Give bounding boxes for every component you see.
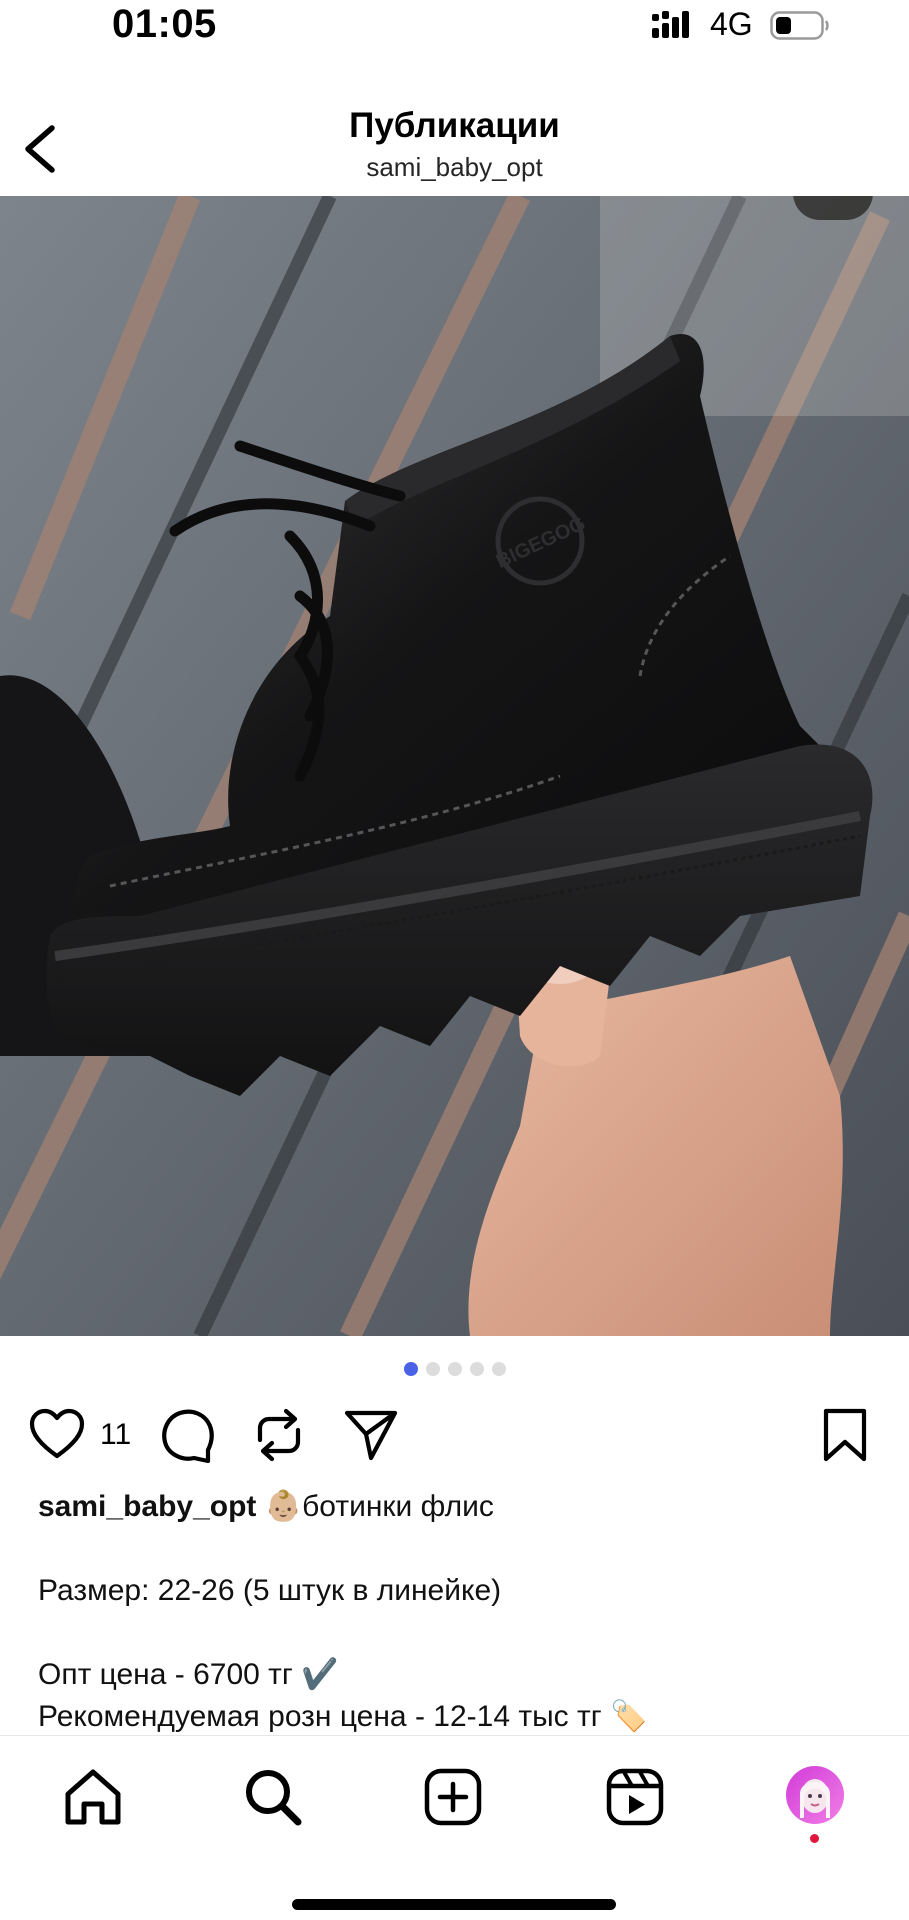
carousel-dot-3[interactable] bbox=[447, 1362, 462, 1376]
caption-retail-price: Рекомендуемая розн цена - 12-14 тыс тг 🏷… bbox=[38, 1700, 648, 1733]
repost-icon[interactable] bbox=[250, 1406, 308, 1464]
caption-size-line: Размер: 22-26 (5 штук в линейке) bbox=[38, 1574, 502, 1607]
caption-first-line: 👶🏼ботинки флис bbox=[264, 1490, 494, 1523]
post-actions: 11 bbox=[0, 1400, 909, 1470]
carousel-dot-1[interactable] bbox=[403, 1362, 418, 1376]
home-indicator bbox=[292, 1899, 616, 1910]
carousel-dot-4[interactable] bbox=[469, 1362, 484, 1376]
profile-avatar[interactable] bbox=[786, 1766, 844, 1824]
page-title: Публикации bbox=[349, 106, 560, 145]
save-bookmark-icon[interactable] bbox=[816, 1406, 874, 1464]
profile-notification-dot bbox=[810, 1834, 819, 1843]
network-type: 4G bbox=[710, 6, 753, 42]
create-icon[interactable] bbox=[420, 1764, 486, 1830]
home-icon[interactable] bbox=[60, 1764, 126, 1830]
share-icon[interactable] bbox=[342, 1406, 400, 1464]
battery-icon bbox=[770, 11, 829, 40]
like-count[interactable]: 11 bbox=[100, 1418, 131, 1452]
search-icon[interactable] bbox=[240, 1764, 306, 1830]
post-caption: sami_baby_opt 👶🏼ботинки флис Размер: 22-… bbox=[38, 1486, 878, 1738]
carousel-dot-2[interactable] bbox=[425, 1362, 440, 1376]
header: Публикации sami_baby_opt bbox=[0, 60, 909, 196]
caption-wholesale-price: Опт цена - 6700 тг ✔️ bbox=[38, 1658, 339, 1691]
status-bar: 01:05 4G bbox=[0, 0, 909, 60]
status-time: 01:05 bbox=[112, 2, 217, 46]
post-image[interactable]: BIGEGOG bbox=[0, 196, 909, 1336]
comment-icon[interactable] bbox=[158, 1406, 216, 1464]
carousel-dots bbox=[0, 1362, 909, 1378]
bottom-tab-bar bbox=[0, 1735, 909, 1920]
header-username[interactable]: sami_baby_opt bbox=[0, 152, 909, 183]
avatar-image bbox=[786, 1766, 844, 1824]
signal-icon bbox=[652, 11, 689, 38]
carousel-dot-5[interactable] bbox=[491, 1362, 506, 1376]
like-icon[interactable] bbox=[28, 1406, 86, 1464]
boot-photo: BIGEGOG bbox=[0, 196, 909, 1336]
reels-icon[interactable] bbox=[602, 1764, 668, 1830]
caption-username[interactable]: sami_baby_opt bbox=[38, 1490, 256, 1523]
